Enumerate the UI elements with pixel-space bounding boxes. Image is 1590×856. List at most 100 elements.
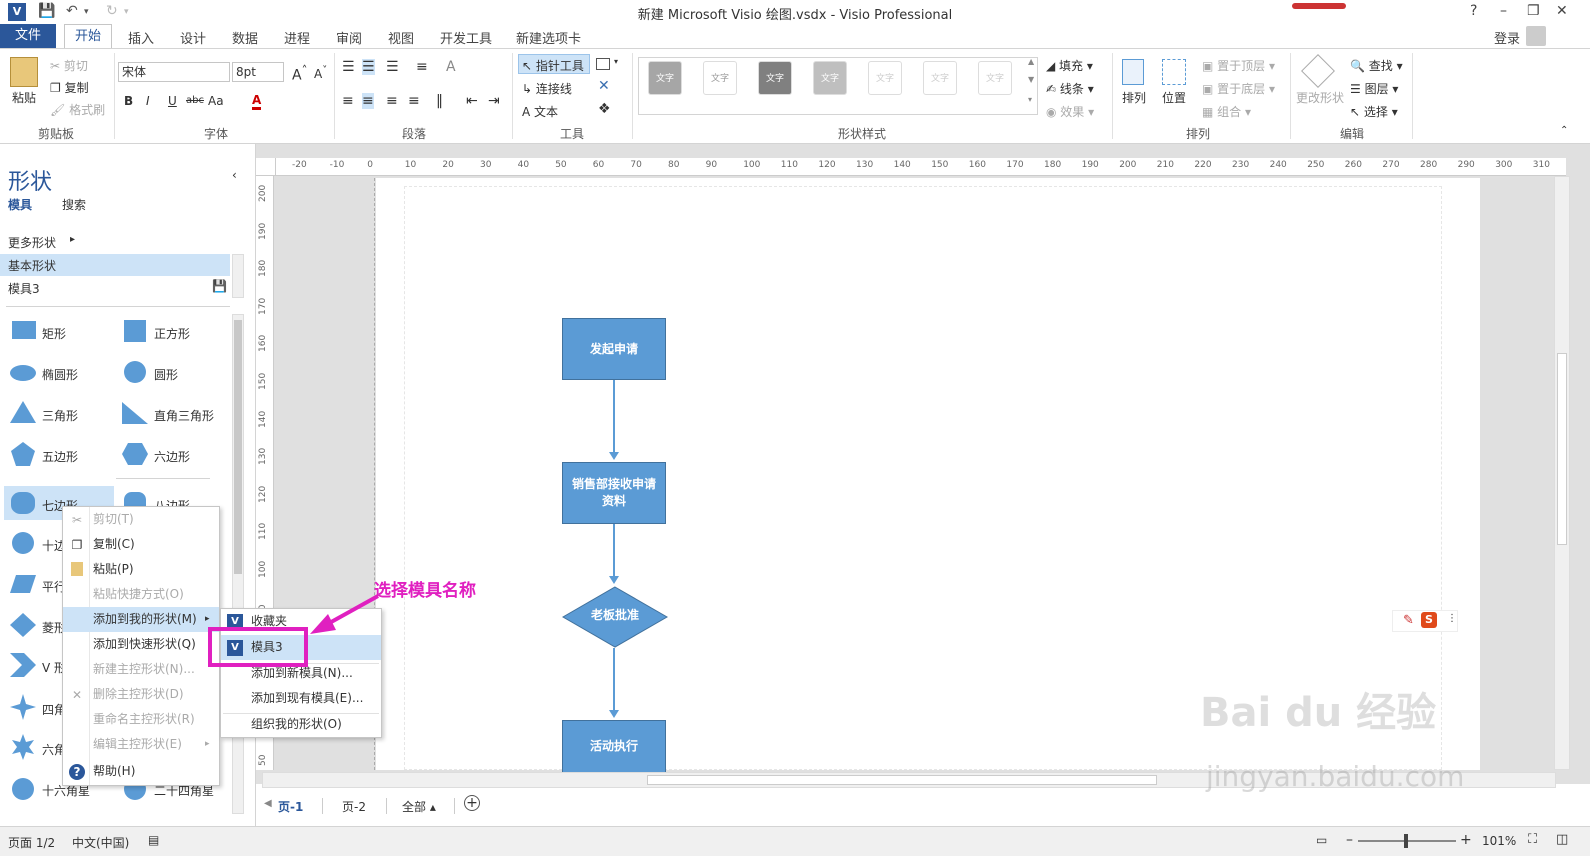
shape-square[interactable]: 正方形	[154, 325, 190, 342]
prev-page-icon[interactable]: ◀	[264, 798, 272, 809]
zoom-slider-thumb[interactable]	[1404, 834, 1408, 848]
tab-design[interactable]: 设计	[180, 28, 206, 47]
line-button[interactable]: ✍ 线条 ▾	[1046, 80, 1094, 97]
submenu-item-add-existing-stencil[interactable]: 添加到现有模具(E)...	[221, 686, 381, 711]
horizontal-scroll-thumb[interactable]	[647, 775, 1157, 785]
style-swatch[interactable]: 文字	[868, 61, 902, 95]
zoom-in-icon[interactable]: +	[1460, 832, 1472, 848]
connector-tool-button[interactable]: ↳ 连接线	[522, 80, 572, 97]
tab-developer[interactable]: 开发工具	[440, 28, 492, 47]
language-status[interactable]: 中文(中国)	[72, 834, 129, 851]
menu-item-cut[interactable]: ✂ 剪切(T)	[63, 507, 219, 532]
layers-button[interactable]: ☰ 图层 ▾	[1350, 80, 1398, 97]
avatar[interactable]	[1526, 26, 1546, 46]
menu-item-help[interactable]: ? 帮助(H)	[63, 759, 219, 784]
position-button[interactable]: 位置	[1162, 89, 1186, 106]
flow-connector[interactable]	[613, 524, 615, 578]
stencil-list-scrollbar[interactable]	[232, 254, 244, 298]
align-top-icon[interactable]: ☰	[342, 59, 355, 75]
connection-point-icon[interactable]: ✕	[598, 78, 610, 94]
shape-circle[interactable]: 圆形	[154, 366, 178, 383]
presentation-mode-icon[interactable]: ▭	[1316, 833, 1327, 847]
style-swatch[interactable]: 文字	[923, 61, 957, 95]
align-right-icon[interactable]: ≡	[386, 93, 398, 109]
flow-node-sales-receive[interactable]: 销售部接收申请 资料	[562, 462, 666, 524]
macro-record-icon[interactable]: ▤	[148, 833, 159, 847]
restore-icon[interactable]: ❐	[1527, 3, 1540, 19]
style-swatch[interactable]: 文字	[813, 61, 847, 95]
font-size-combo[interactable]: 8pt	[232, 62, 284, 82]
tab-stencils[interactable]: 模具	[8, 196, 32, 213]
menu-item-paste-shortcut[interactable]: 粘贴快捷方式(O)	[63, 582, 219, 607]
vertical-scroll-thumb[interactable]	[1557, 353, 1567, 545]
strikethrough-button[interactable]: abc	[186, 95, 204, 106]
find-button[interactable]: 🔍 查找 ▾	[1350, 57, 1403, 74]
send-to-back-button[interactable]: ▣ 置于底层 ▾	[1202, 80, 1275, 97]
grow-font-icon[interactable]: A˄	[292, 63, 307, 84]
align-center-icon[interactable]: ≡	[362, 93, 374, 109]
italic-button[interactable]: I	[146, 94, 150, 108]
help-icon[interactable]: ?	[1470, 3, 1477, 19]
distribute-icon[interactable]: ‖	[436, 93, 443, 109]
arrange-icon[interactable]	[1122, 59, 1144, 85]
align-left-icon[interactable]: ≡	[342, 93, 354, 109]
paste-icon[interactable]	[10, 57, 38, 87]
fill-button[interactable]: ◢ 填充 ▾	[1046, 57, 1093, 74]
tab-data[interactable]: 数据	[232, 28, 258, 47]
switch-windows-icon[interactable]: ◫	[1556, 832, 1568, 847]
menu-item-delete-master[interactable]: ✕ 删除主控形状(D)	[63, 682, 219, 707]
select-button[interactable]: ↖ 选择 ▾	[1350, 103, 1398, 120]
change-case-button[interactable]: Aa	[208, 94, 224, 108]
shape-pentagon[interactable]: 五边形	[42, 448, 78, 465]
text-direction-icon[interactable]: A	[446, 59, 456, 75]
tab-insert[interactable]: 插入	[128, 28, 154, 47]
font-color-button[interactable]: A	[252, 94, 262, 110]
shapes-scroll-thumb[interactable]	[234, 320, 242, 574]
gallery-scroll-up-icon[interactable]: ▲	[1028, 57, 1034, 66]
zoom-level[interactable]: 101%	[1482, 834, 1516, 848]
menu-item-edit-master[interactable]: 编辑主控形状(E) ▸	[63, 732, 219, 757]
cut-button[interactable]: ✂ 剪切	[50, 57, 88, 74]
copy-button[interactable]: ❐ 复制	[50, 79, 89, 96]
paste-button[interactable]: 粘贴	[12, 89, 36, 106]
bold-button[interactable]: B	[124, 94, 133, 108]
flow-node-execute[interactable]: 活动执行	[562, 720, 666, 772]
format-painter-button[interactable]: 🖌 格式刷	[50, 101, 105, 118]
bullets-icon[interactable]: ≡	[416, 59, 428, 75]
menu-item-copy[interactable]: ❐ 复制(C)	[63, 532, 219, 557]
underline-button[interactable]: U	[168, 94, 177, 108]
shape-rectangle[interactable]: 矩形	[42, 325, 66, 342]
justify-icon[interactable]: ≡	[408, 93, 420, 109]
tab-home[interactable]: 开始	[64, 24, 112, 48]
menu-item-add-to-quick-shapes[interactable]: 添加到快速形状(Q)	[63, 632, 219, 657]
tab-process[interactable]: 进程	[284, 28, 310, 47]
shape-hexagon[interactable]: 六边形	[154, 448, 190, 465]
toolbar-dropdown-icon[interactable]: ⋮	[1447, 613, 1457, 624]
bring-to-front-button[interactable]: ▣ 置于顶层 ▾	[1202, 57, 1275, 74]
shape-triangle[interactable]: 三角形	[42, 407, 78, 424]
login-link[interactable]: 登录	[1494, 28, 1520, 47]
position-icon[interactable]	[1162, 59, 1186, 85]
zoom-out-icon[interactable]: –	[1346, 832, 1353, 848]
align-middle-icon[interactable]: ☰	[362, 59, 375, 75]
flow-connector[interactable]	[613, 648, 615, 712]
text-tool-button[interactable]: A 文本	[522, 103, 558, 120]
fit-page-icon[interactable]: ⛶	[1528, 832, 1537, 847]
stencil-label[interactable]: 模具3	[8, 280, 40, 297]
shape-tool-dropdown-icon[interactable]: ▾	[614, 57, 618, 66]
floating-ime-toolbar[interactable]: ✎ S ⋮	[1392, 610, 1458, 632]
vertical-scrollbar[interactable]	[1554, 176, 1570, 770]
submenu-item-organize-my-shapes[interactable]: 组织我的形状(O)	[221, 712, 381, 737]
flow-connector[interactable]	[613, 380, 615, 454]
font-name-combo[interactable]: 宋体	[118, 62, 230, 82]
flow-node-start[interactable]: 发起申请	[562, 318, 666, 380]
tab-page-2[interactable]: 页-2	[342, 798, 366, 815]
sogou-icon[interactable]: S	[1421, 612, 1437, 628]
style-swatch[interactable]: 文字	[758, 61, 792, 95]
tab-page-1[interactable]: 页-1	[278, 798, 303, 815]
shape-ellipse[interactable]: 椭圆形	[42, 366, 78, 383]
tab-view[interactable]: 视图	[388, 28, 414, 47]
ime-icon[interactable]: ✎	[1403, 613, 1414, 628]
minimize-icon[interactable]: –	[1500, 3, 1507, 19]
effect-button[interactable]: ◉ 效果 ▾	[1046, 103, 1094, 120]
